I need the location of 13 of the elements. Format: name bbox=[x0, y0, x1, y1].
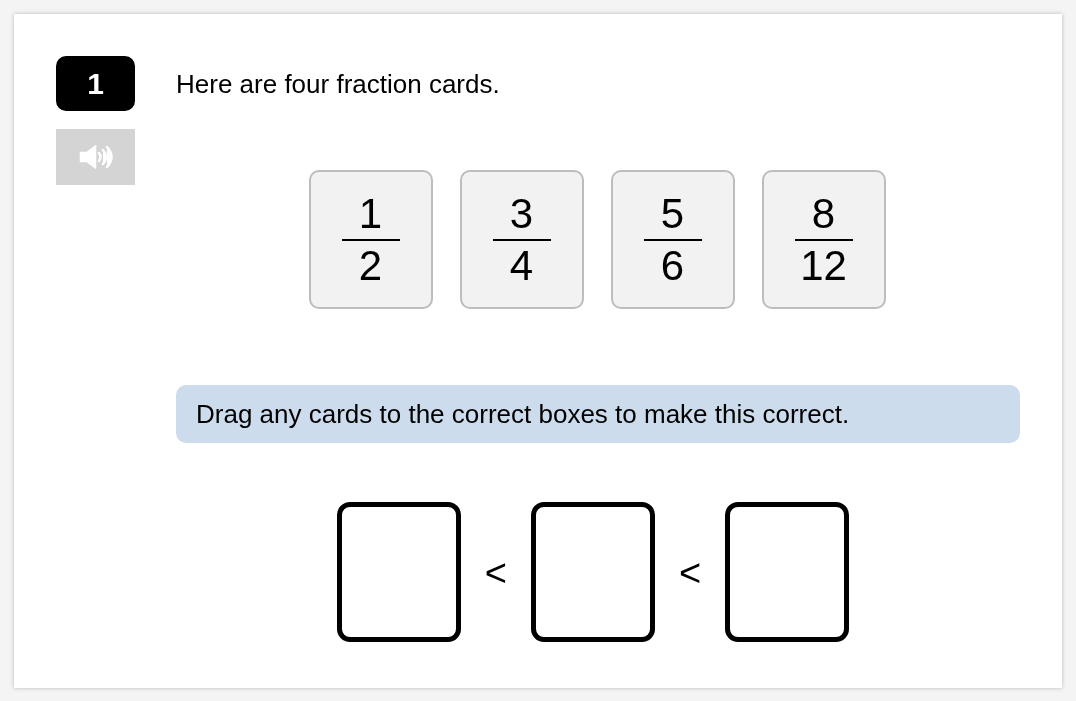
fraction-card[interactable]: 1 2 bbox=[308, 170, 433, 309]
drop-box[interactable] bbox=[725, 502, 850, 642]
question-number: 1 bbox=[56, 56, 135, 111]
fraction-card[interactable]: 8 12 bbox=[761, 170, 886, 309]
instruction-banner: Drag any cards to the correct boxes to make this correct. bbox=[176, 385, 1020, 443]
question-text: Here are four fraction cards. bbox=[176, 68, 501, 100]
drop-box[interactable] bbox=[531, 502, 655, 642]
drop-box[interactable] bbox=[336, 502, 461, 642]
comparison-symbol: < bbox=[484, 551, 507, 595]
comparison-symbol: < bbox=[679, 551, 702, 595]
speaker-icon bbox=[78, 145, 113, 169]
fraction-card[interactable]: 5 6 bbox=[610, 170, 735, 309]
fraction-card[interactable]: 3 4 bbox=[459, 170, 584, 309]
